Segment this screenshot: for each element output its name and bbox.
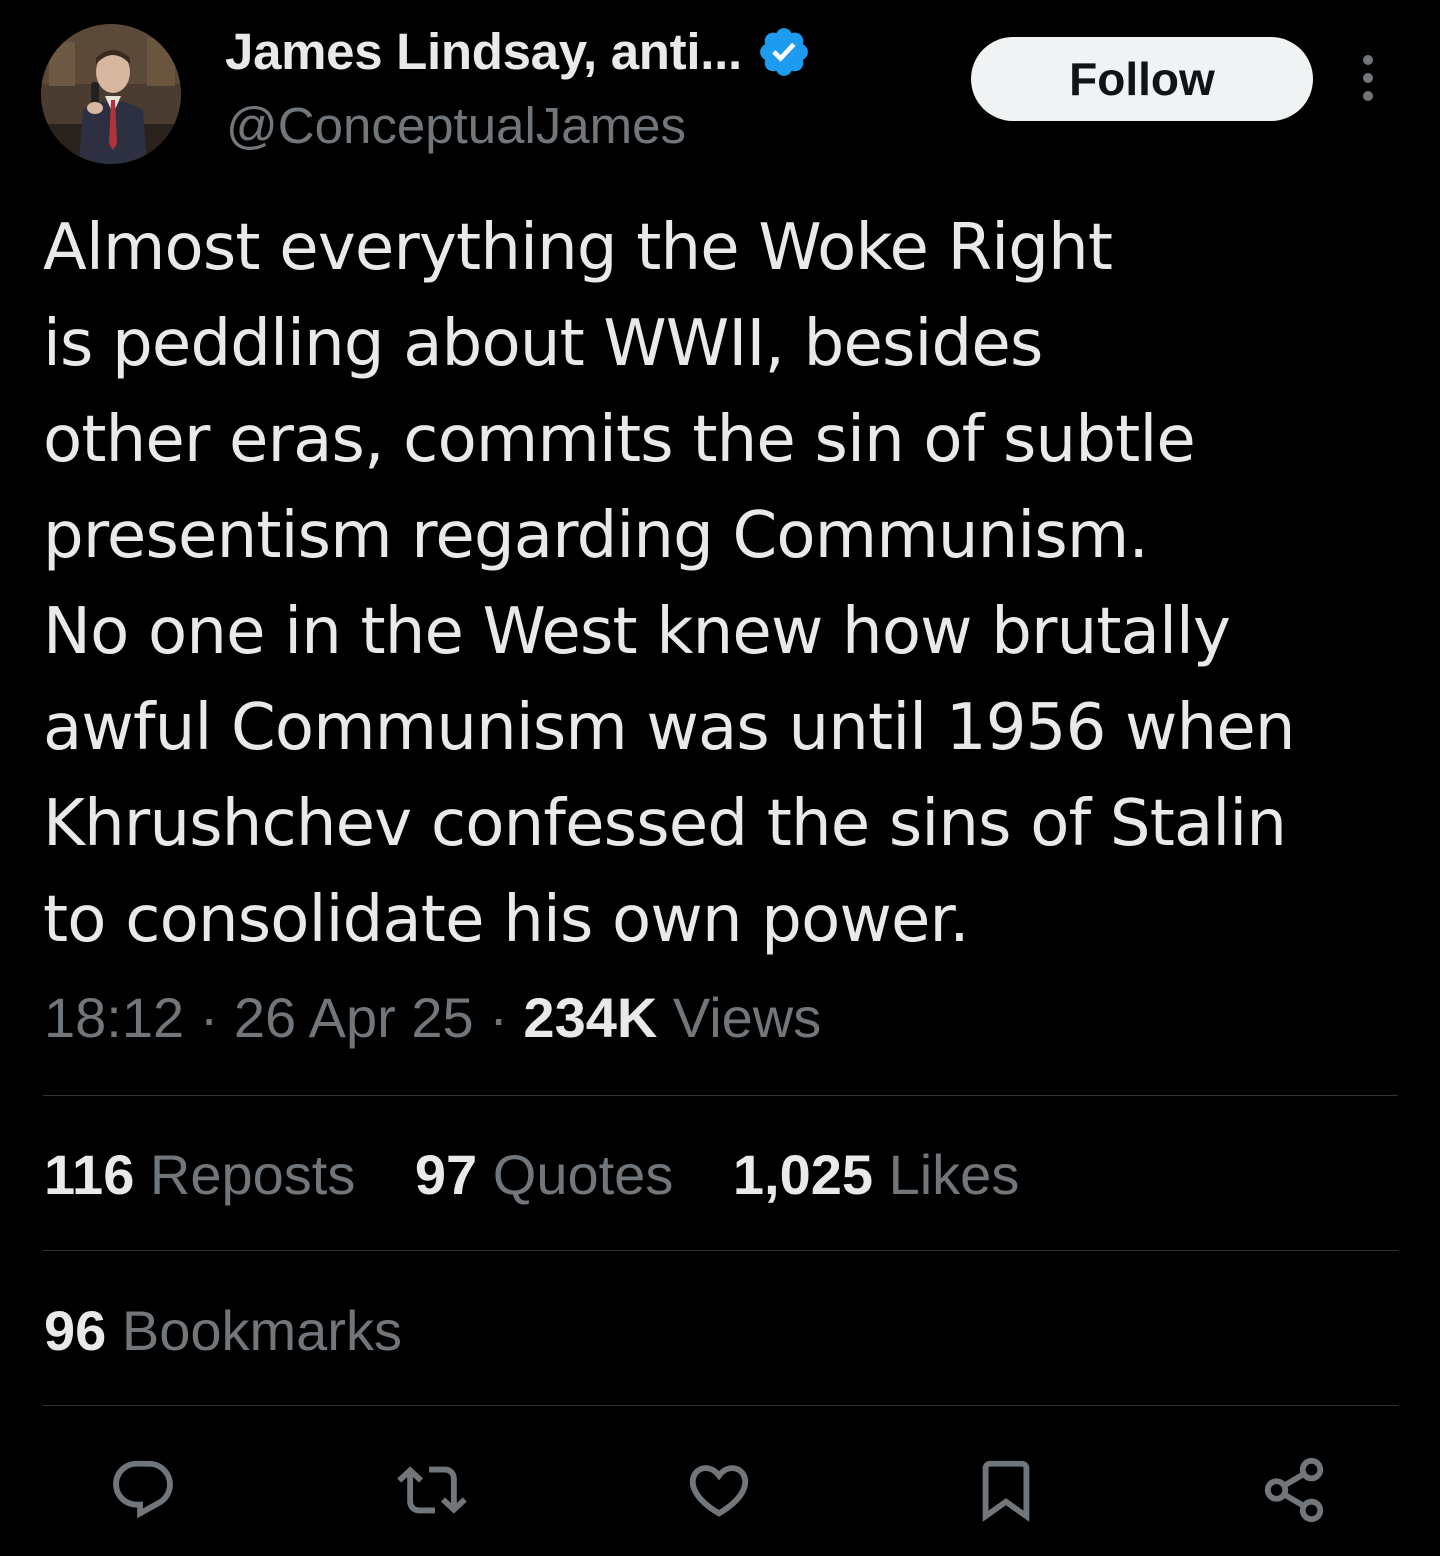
bookmark-icon[interactable] (966, 1450, 1046, 1530)
quotes-stat[interactable]: 97 Quotes (415, 1142, 673, 1207)
avatar[interactable] (41, 24, 181, 164)
engagement-stats: 116 Reposts 97 Quotes 1,025 Likes (44, 1142, 1063, 1207)
avatar-photo (41, 24, 181, 164)
quotes-count: 97 (414, 1143, 478, 1206)
repost-icon[interactable] (392, 1450, 472, 1530)
author-display-name[interactable]: James Lindsay, anti... (225, 22, 742, 81)
more-vertical-icon[interactable] (1346, 52, 1390, 108)
like-icon[interactable] (679, 1450, 759, 1530)
likes-stat[interactable]: 1,025 Likes (733, 1142, 1019, 1207)
divider (43, 1405, 1398, 1406)
likes-count: 1,025 (732, 1143, 874, 1206)
tweet-time[interactable]: 18:12 (44, 986, 184, 1049)
tweet-meta: 18:12 · 26 Apr 25 · 234K Views (44, 985, 821, 1050)
reposts-stat[interactable]: 116 Reposts (44, 1142, 355, 1207)
tweet-date[interactable]: 26 Apr 25 (234, 986, 474, 1049)
reposts-count: 116 (44, 1143, 135, 1206)
bookmarks-stat[interactable]: 96 Bookmarks (44, 1298, 402, 1363)
share-icon[interactable] (1254, 1450, 1334, 1530)
meta-separator: · (473, 986, 524, 1049)
views-count[interactable]: 234K (523, 986, 657, 1049)
tweet-header: James Lindsay, anti... @ConceptualJames … (0, 0, 1440, 180)
quotes-label: Quotes (492, 1143, 674, 1206)
reposts-label: Reposts (149, 1143, 356, 1206)
author-name-row[interactable]: James Lindsay, anti... (225, 22, 812, 81)
verified-badge-icon[interactable] (756, 24, 812, 80)
author-handle[interactable]: @ConceptualJames (226, 96, 686, 155)
likes-label: Likes (888, 1143, 1020, 1206)
tweet-text: Almost everything the Woke Right is pedd… (43, 211, 1296, 957)
meta-separator: · (184, 986, 234, 1049)
divider (43, 1250, 1398, 1251)
reply-icon[interactable] (103, 1450, 183, 1530)
views-label: Views (672, 986, 822, 1049)
follow-button[interactable]: Follow (971, 37, 1313, 121)
divider (43, 1095, 1398, 1096)
bookmarks-label: Bookmarks (121, 1299, 402, 1362)
bookmarks-count: 96 (44, 1299, 107, 1362)
